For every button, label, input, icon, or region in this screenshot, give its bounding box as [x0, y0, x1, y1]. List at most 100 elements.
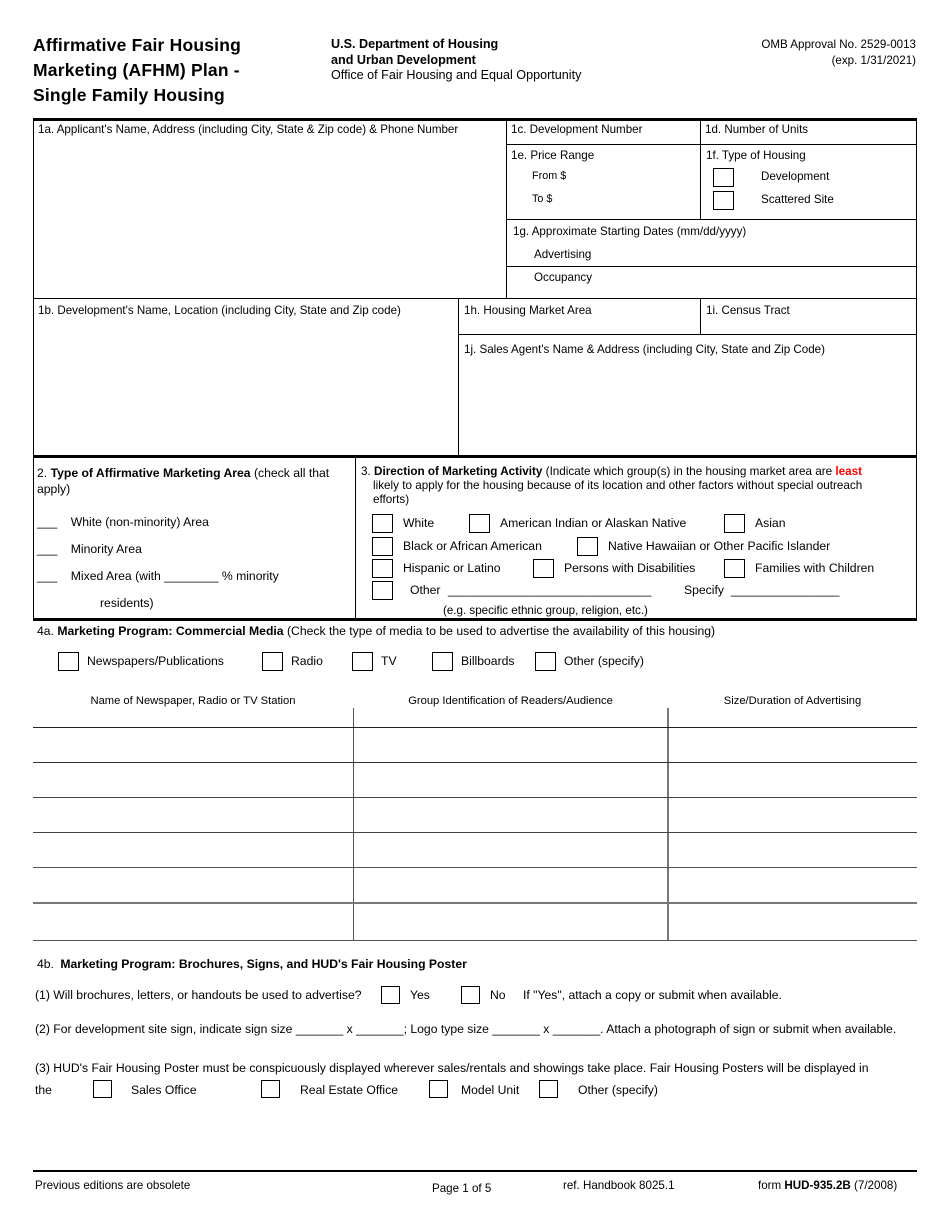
rule-under-1a [33, 298, 459, 300]
form-title: Affirmative Fair Housing Marketing (AFHM… [33, 33, 323, 108]
checkbox-scattered-site[interactable] [713, 191, 734, 210]
field-other-group[interactable]: ______________________________ [448, 583, 651, 597]
table-cell-group-1[interactable] [356, 729, 665, 761]
table-cell-size-1[interactable] [671, 729, 914, 761]
section1-left-border [33, 118, 35, 457]
checkbox-development[interactable] [713, 168, 734, 187]
table-cell-name-6[interactable] [35, 904, 351, 938]
field-sign-size-w[interactable]: _______ [296, 1022, 343, 1036]
label-mixed-area-prefix: Mixed Area (with [70, 569, 161, 583]
table-cell-size-5[interactable] [671, 869, 914, 901]
checkbox-sales-office[interactable] [93, 1080, 112, 1098]
field-1b-development[interactable] [38, 320, 452, 450]
table-cell-name-4[interactable] [35, 834, 351, 866]
table-cell-name-1[interactable] [35, 729, 351, 761]
field-1a-applicant[interactable] [38, 140, 500, 292]
option-white-nonminority[interactable]: ___ White (non-minority) Area [37, 515, 209, 529]
checkbox-native-hawaiian[interactable] [577, 537, 598, 556]
section3-heading: 3. Direction of Marketing Activity (Indi… [361, 465, 913, 480]
form-title-line-3: Single Family Housing [33, 85, 225, 105]
label-sales-office: Sales Office [131, 1083, 197, 1097]
field-logo-size-h[interactable]: _______ [553, 1022, 600, 1036]
label-brochures-yes: Yes [410, 988, 430, 1002]
table-cell-size-4[interactable] [671, 834, 914, 866]
label-other-group: Other [410, 583, 441, 597]
table-cell-name-3[interactable] [35, 799, 351, 831]
label-occupancy: Occupancy [534, 271, 592, 284]
checkbox-tv[interactable] [352, 652, 373, 671]
table-row-rule-7 [33, 940, 917, 942]
blank-mixed-area: ___ [37, 569, 58, 583]
checkbox-real-estate-office[interactable] [261, 1080, 280, 1098]
field-sign-size-h[interactable]: _______ [356, 1022, 403, 1036]
table-cell-name-5[interactable] [35, 869, 351, 901]
section3-instruction-emphasis: least [835, 465, 863, 478]
section3-instruction-part3: efforts) [373, 493, 410, 506]
label-newspapers: Newspapers/Publications [87, 654, 224, 668]
form-title-line-1: Affirmative Fair Housing [33, 35, 242, 55]
section3-number: 3. [361, 465, 371, 478]
field-1c-development-number[interactable] [511, 126, 693, 140]
table-cell-group-5[interactable] [356, 869, 665, 901]
field-1h-housing-market-area[interactable] [464, 318, 694, 332]
option-mixed-area[interactable]: ___ Mixed Area (with ________ % minority [37, 569, 279, 583]
label-white-nonminority: White (non-minority) Area [70, 515, 209, 529]
field-1e-from[interactable] [572, 168, 692, 182]
checkbox-persons-with-disabilities[interactable] [533, 559, 554, 578]
checkbox-white[interactable] [372, 514, 393, 533]
section4b-title: Marketing Program: Brochures, Signs, and… [60, 957, 467, 971]
table-cell-group-2[interactable] [356, 764, 665, 796]
label-logo-size-x: x [543, 1022, 550, 1036]
table-cell-group-3[interactable] [356, 799, 665, 831]
label-1g: 1g. Approximate Starting Dates (mm/dd/yy… [513, 225, 747, 238]
checkbox-radio[interactable] [262, 652, 283, 671]
footer-top-border [33, 1170, 917, 1173]
label-4b-3-the: the [35, 1083, 52, 1097]
section2-number: 2. [37, 466, 48, 480]
checkbox-billboards[interactable] [432, 652, 453, 671]
table-cell-group-4[interactable] [356, 834, 665, 866]
label-mixed-area-suffix: % minority [221, 569, 279, 583]
field-minority-percent[interactable]: ________ [164, 569, 218, 583]
checkbox-other-media[interactable] [535, 652, 556, 671]
form-title-line-2: Marketing (AFHM) Plan - [33, 60, 240, 80]
field-1d-number-of-units[interactable] [705, 126, 910, 140]
note-other-group: (e.g. specific ethnic group, religion, e… [443, 604, 648, 617]
checkbox-model-unit[interactable] [429, 1080, 448, 1098]
table-cell-group-6[interactable] [356, 904, 665, 938]
field-1i-census-tract[interactable] [706, 318, 910, 332]
checkbox-other-poster-location[interactable] [539, 1080, 558, 1098]
field-specify[interactable]: ________________ [731, 583, 839, 597]
checkbox-american-indian[interactable] [469, 514, 490, 533]
label-minority-area: Minority Area [70, 542, 142, 556]
table-cell-size-2[interactable] [671, 764, 914, 796]
checkbox-other-group[interactable] [372, 581, 393, 600]
checkbox-brochures-yes[interactable] [381, 986, 400, 1004]
rule-under-advertising [506, 266, 916, 268]
checkbox-families-with-children[interactable] [724, 559, 745, 578]
table-column-header-group: Group Identification of Readers/Audience [408, 695, 613, 707]
field-logo-size-w[interactable]: _______ [492, 1022, 539, 1036]
field-1g-occupancy-date[interactable] [610, 269, 910, 283]
option-minority-area[interactable]: ___ Minority Area [37, 542, 142, 556]
section1-divider-1b [458, 298, 460, 456]
checkbox-black-african-american[interactable] [372, 537, 393, 556]
label-1a: 1a. Applicant's Name, Address (including… [38, 123, 459, 136]
label-1i: 1i. Census Tract [706, 304, 790, 317]
checkbox-newspapers[interactable] [58, 652, 79, 671]
table-cell-name-2[interactable] [35, 764, 351, 796]
table-cell-size-6[interactable] [671, 904, 914, 938]
table-cell-size-3[interactable] [671, 799, 914, 831]
footer-page-number: Page 1 of 5 [432, 1182, 492, 1195]
footer-form-number: HUD-935.2B [784, 1179, 851, 1192]
field-1j-sales-agent[interactable] [464, 360, 910, 450]
checkbox-brochures-no[interactable] [461, 986, 480, 1004]
field-1g-advertising-date[interactable] [610, 246, 910, 260]
checkbox-asian[interactable] [724, 514, 745, 533]
question-4b-2: (2) For development site sign, indicate … [35, 1022, 896, 1036]
checkbox-hispanic-latino[interactable] [372, 559, 393, 578]
section2-section3-divider [355, 457, 357, 619]
agency-line-1: U.S. Department of Housing [331, 37, 499, 51]
field-1e-to[interactable] [562, 191, 692, 205]
label-sign-size-x: x [346, 1022, 353, 1036]
